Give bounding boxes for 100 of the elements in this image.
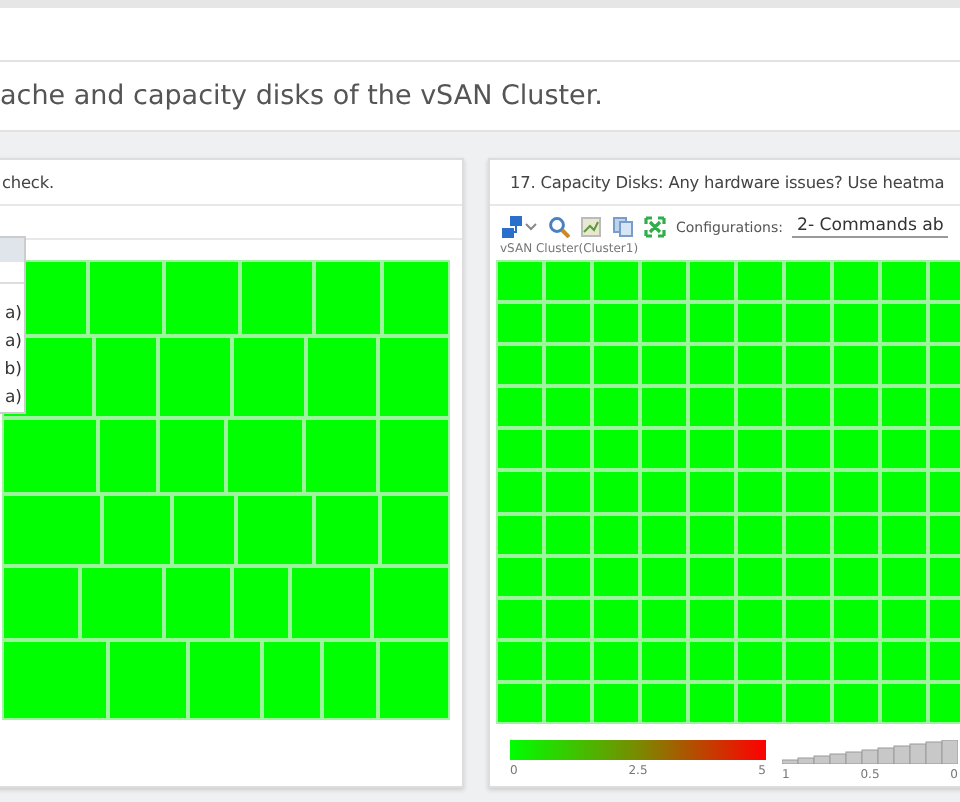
heatmap-cell	[313, 493, 380, 566]
heatmap-cell	[832, 260, 880, 303]
heatmap-cell	[832, 428, 880, 471]
heatmap-cell	[381, 260, 451, 336]
heatmap-cell	[592, 513, 640, 556]
heatmap-cell	[544, 260, 592, 303]
chart-icon[interactable]	[580, 216, 602, 238]
heatmap-cell	[832, 386, 880, 429]
heatmap-cell	[832, 344, 880, 387]
heatmap-cell	[592, 639, 640, 682]
heatmap-cell	[640, 681, 688, 724]
heatmap-cell	[640, 260, 688, 303]
heatmap-cell	[736, 639, 784, 682]
heatmap-cell	[688, 302, 736, 345]
heatmap-cell	[544, 302, 592, 345]
heatmap-cell	[377, 418, 451, 494]
heatmap-cell	[544, 597, 592, 640]
heatmap-cell	[2, 640, 108, 720]
heatmap-cell	[262, 640, 323, 720]
heatmap-cell	[157, 335, 232, 419]
heatmap-cell	[784, 597, 832, 640]
heatmap-cell	[880, 386, 928, 429]
heatmap-cell	[592, 597, 640, 640]
menu-item[interactable]: a)	[0, 384, 24, 412]
heatmap-cell	[736, 555, 784, 598]
heatmap-cell	[832, 555, 880, 598]
heatmap-cell	[592, 302, 640, 345]
heatmap-cell	[880, 681, 928, 724]
heatmap-cell	[496, 302, 544, 345]
heatmap-cell	[880, 260, 928, 303]
heatmap-cell	[172, 493, 236, 566]
heatmap-cell	[784, 344, 832, 387]
heatmap-cell	[640, 513, 688, 556]
heatmap-cell	[736, 470, 784, 514]
heatmap-cell	[832, 302, 880, 345]
heatmap-cell	[2, 493, 102, 566]
heatmap-cell	[544, 386, 592, 429]
heatmap-cell	[784, 428, 832, 471]
heatmap-cell	[688, 428, 736, 471]
network-icon[interactable]	[502, 216, 538, 238]
heatmap-cell	[880, 597, 928, 640]
heatmap-cell	[544, 470, 592, 514]
heatmap-cell	[496, 428, 544, 471]
heatmap-cell	[379, 493, 451, 566]
expand-icon[interactable]	[644, 216, 666, 238]
heatmap-cell	[496, 470, 544, 514]
heatmap-cell	[544, 513, 592, 556]
heatmap-cell	[832, 681, 880, 724]
heatmap-cell	[372, 565, 451, 641]
heatmap-cell	[736, 597, 784, 640]
heatmap-cell	[880, 639, 928, 682]
heatmap-cell	[880, 470, 928, 514]
heatmap-cell	[592, 386, 640, 429]
heatmap-cell	[784, 386, 832, 429]
heatmap-cell	[188, 640, 263, 720]
heatmap-cell	[880, 302, 928, 345]
heatmap-cell	[784, 513, 832, 556]
heatmap-cell	[736, 260, 784, 303]
heatmap-cell	[640, 428, 688, 471]
panel-title: 17. Capacity Disks: Any hardware issues? Use heatma	[490, 160, 960, 206]
heatmap-cell	[107, 640, 189, 720]
copy-icon[interactable]	[612, 216, 634, 238]
heatmap-cell	[592, 555, 640, 598]
heatmap-cell	[544, 428, 592, 471]
menu-item[interactable]: a)	[0, 328, 24, 356]
heatmap-cell	[544, 681, 592, 724]
menu-item[interactable]: a)	[0, 300, 24, 328]
heatmap-cell	[496, 260, 544, 303]
heatmap-cell	[640, 344, 688, 387]
heatmap-cell	[157, 418, 227, 494]
heatmap-cell	[2, 418, 99, 494]
heatmap-cell	[784, 555, 832, 598]
heatmap-cell	[592, 470, 640, 514]
heatmap-cell	[832, 513, 880, 556]
heatmap-cell	[496, 639, 544, 682]
heatmap-cell	[832, 470, 880, 514]
search-icon[interactable]	[548, 216, 570, 238]
heatmap-cell	[163, 260, 241, 336]
heatmap-cell	[880, 428, 928, 471]
heatmap-cell	[303, 418, 378, 494]
menu-header	[0, 238, 24, 262]
heatmap-cell	[231, 335, 306, 419]
heatmap-cell	[640, 555, 688, 598]
heatmap-cell	[2, 565, 80, 641]
heatmap-cell	[640, 302, 688, 345]
heatmap-cell	[322, 640, 378, 720]
menu-item[interactable]: b)	[0, 356, 24, 384]
heatmap-cell	[736, 344, 784, 387]
heatmap-cell	[544, 639, 592, 682]
heatmap-cell	[688, 555, 736, 598]
heatmap-cell	[880, 513, 928, 556]
heatmap-cell	[98, 418, 158, 494]
heatmap-cell	[688, 639, 736, 682]
heatmap-cell	[784, 302, 832, 345]
heatmap-cell	[79, 565, 165, 641]
configuration-dropdown[interactable]: 2- Commands ab	[792, 216, 948, 238]
heatmap-cell	[231, 565, 291, 641]
heatmap-cell	[496, 386, 544, 429]
heatmap-cell	[688, 260, 736, 303]
heatmap-cell	[880, 344, 928, 387]
